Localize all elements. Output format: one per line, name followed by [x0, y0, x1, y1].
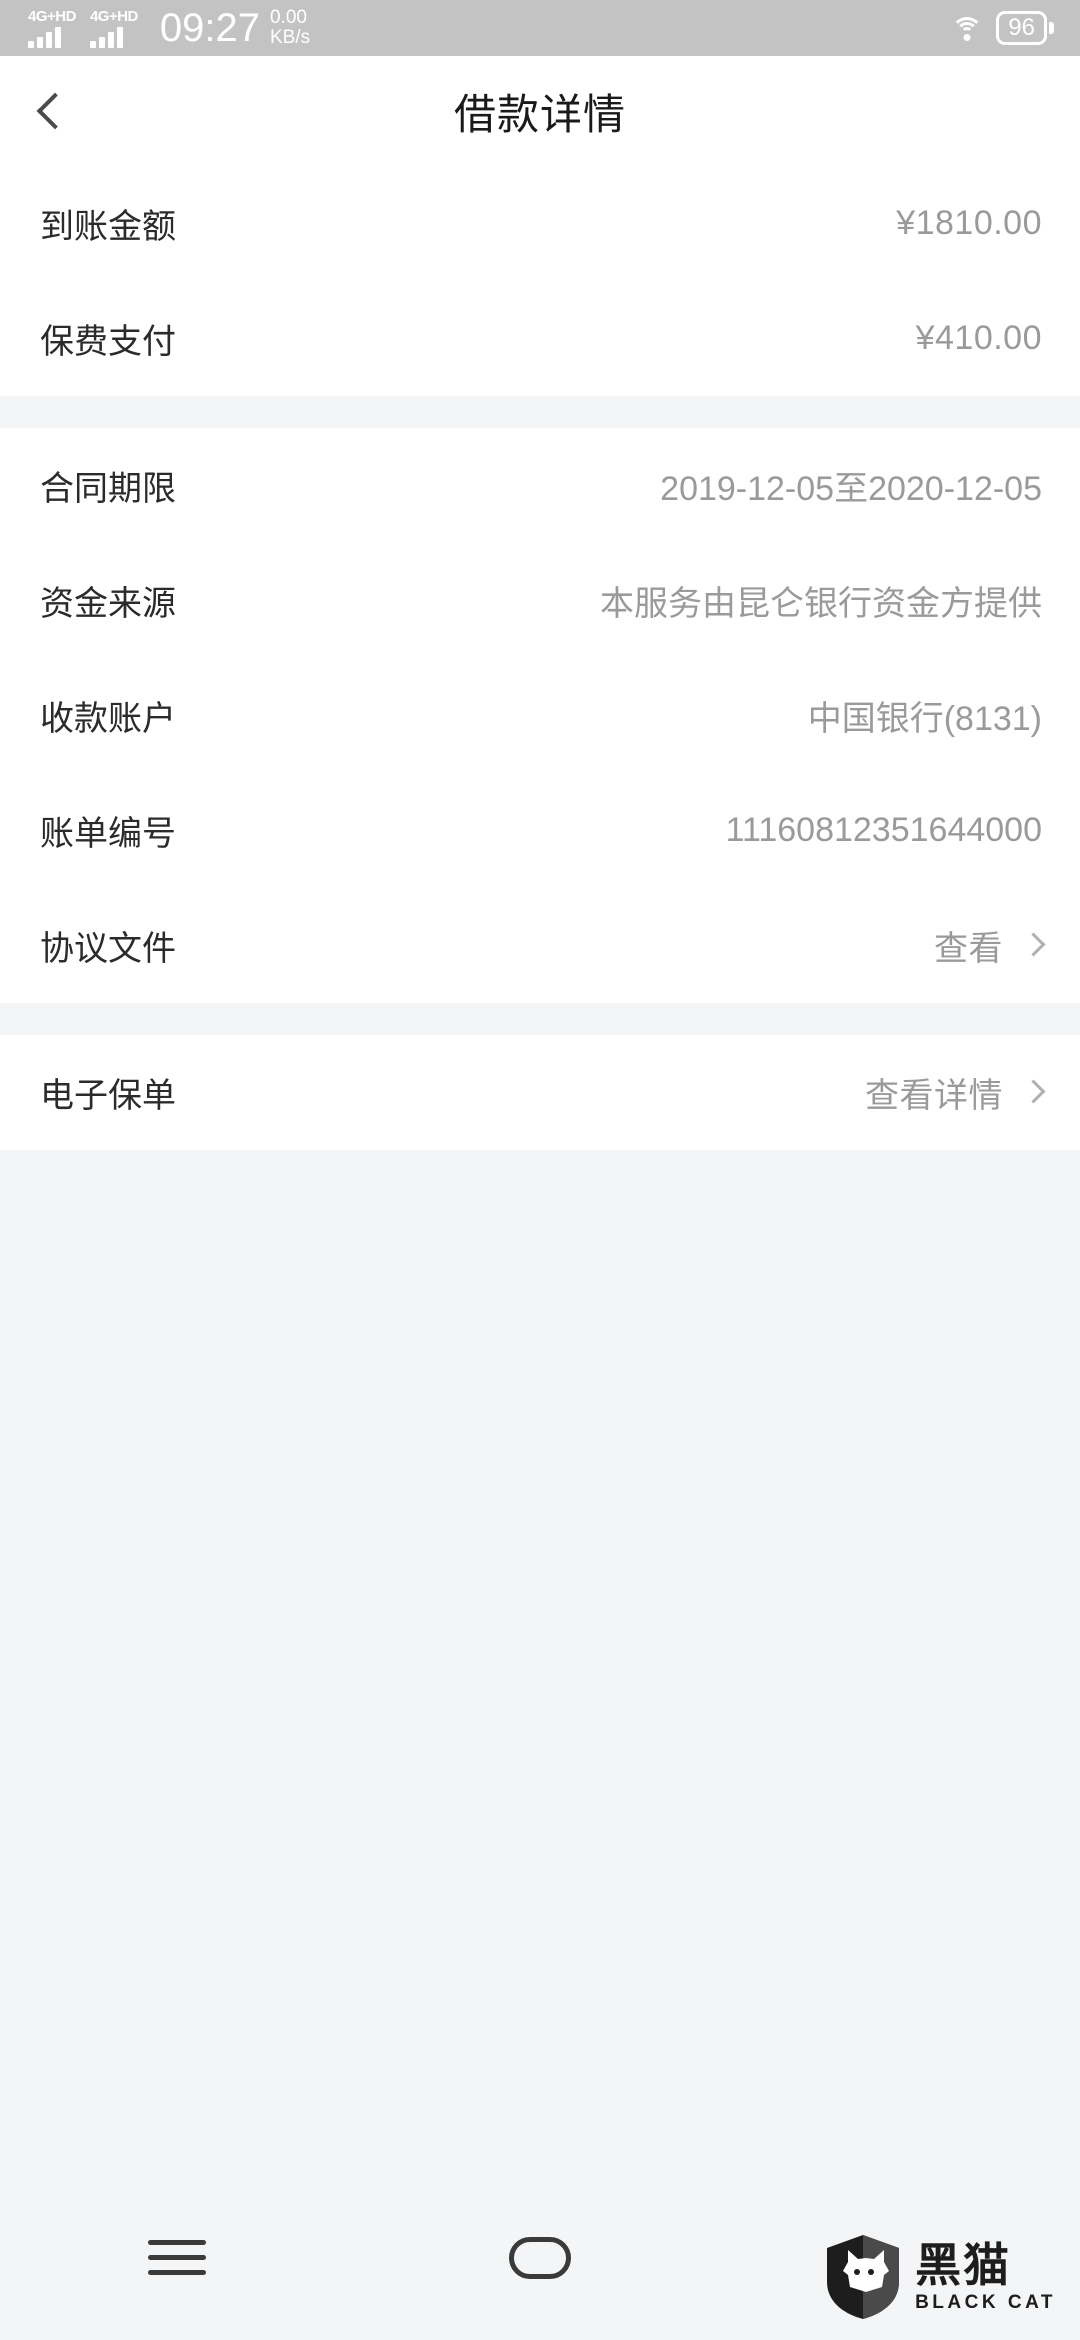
row-received-amount: 到账金额 ¥1810.00	[0, 166, 1080, 281]
app-bar: 借款详情	[0, 56, 1080, 166]
row-value: 查看详情	[865, 1077, 1003, 1115]
row-value: 本服务由昆仑银行资金方提供	[600, 585, 1042, 623]
row-value: 11160812351644000	[725, 811, 1042, 849]
signal-indicator-sim1: 4G+HD	[28, 9, 76, 48]
row-label: 合同期限	[40, 470, 176, 508]
row-label: 账单编号	[40, 815, 176, 853]
home-pill-icon[interactable]	[509, 2236, 571, 2279]
signal-bars-icon-sim2	[89, 26, 123, 48]
section-divider	[0, 396, 1080, 428]
row-fund-source: 资金来源 本服务由昆仑银行资金方提供	[0, 543, 1080, 658]
row-value: ¥410.00	[915, 319, 1042, 357]
row-value: ¥1810.00	[896, 204, 1042, 242]
network-speed-unit: KB/s	[269, 27, 311, 48]
chevron-right-icon	[1021, 931, 1046, 957]
row-receiving-account: 收款账户 中国银行(8131)	[0, 658, 1080, 773]
network-speed-indicator: 0.00 KB/s	[270, 8, 310, 48]
row-label: 到账金额	[40, 208, 176, 246]
battery-level-label: 96	[996, 11, 1047, 45]
status-bar-clock: 09:27	[159, 6, 260, 50]
page-title: 借款详情	[453, 90, 626, 138]
watermark-name-cn: 黑猫	[915, 2239, 1012, 2291]
row-label: 保费支付	[40, 323, 176, 361]
row-label: 资金来源	[40, 585, 176, 623]
network-type-label-sim1: 4G+HD	[28, 8, 76, 25]
detail-list: 到账金额 ¥1810.00 保费支付 ¥410.00 合同期限 2019-12-…	[0, 166, 1080, 1150]
network-type-label-sim2: 4G+HD	[89, 8, 138, 25]
phone-screen: 4G+HD 4G+HD 09:27 0.00 KB/s 96 借款详情 到账金额…	[0, 0, 1080, 2340]
row-bill-number: 账单编号 11160812351644000	[0, 773, 1080, 888]
section-e-policy: 电子保单 查看详情	[0, 1035, 1080, 1150]
row-contract-period: 合同期限 2019-12-05至2020-12-05	[0, 428, 1080, 543]
network-speed-value: 0.00	[269, 7, 307, 28]
row-label: 协议文件	[40, 930, 176, 968]
row-action[interactable]: 查看详情	[865, 1068, 1046, 1117]
battery-cap	[1049, 22, 1054, 34]
row-premium-payment: 保费支付 ¥410.00	[0, 281, 1080, 396]
row-value: 2019-12-05至2020-12-05	[660, 470, 1042, 508]
wifi-icon	[950, 15, 984, 41]
row-action[interactable]: 查看	[934, 921, 1046, 970]
row-electronic-policy[interactable]: 电子保单 查看详情	[0, 1035, 1080, 1150]
section-contract-info: 合同期限 2019-12-05至2020-12-05 资金来源 本服务由昆仑银行…	[0, 428, 1080, 1003]
status-bar: 4G+HD 4G+HD 09:27 0.00 KB/s 96	[0, 0, 1080, 56]
status-bar-left: 4G+HD 4G+HD 09:27 0.00 KB/s	[0, 8, 310, 48]
black-cat-shield-icon	[827, 2235, 900, 2319]
row-agreement-files[interactable]: 协议文件 查看	[0, 888, 1080, 1003]
watermark-text: 黑猫 BLACK CAT	[915, 2242, 1056, 2312]
status-bar-right: 96	[950, 11, 1080, 45]
row-value: 中国银行(8131)	[807, 700, 1042, 738]
row-label: 电子保单	[40, 1077, 176, 1115]
row-label: 收款账户	[40, 700, 176, 738]
section-divider	[0, 1003, 1080, 1035]
row-value: 查看	[934, 930, 1003, 968]
signal-indicator-sim2: 4G+HD	[89, 8, 138, 48]
watermark-name-en: BLACK CAT	[915, 2292, 1056, 2313]
chevron-right-icon	[1021, 1078, 1046, 1104]
menu-icon[interactable]	[148, 2240, 206, 2275]
signal-bars-icon-sim1	[28, 26, 61, 48]
watermark: 黑猫 BLACK CAT	[825, 2234, 1056, 2320]
battery-icon: 96	[996, 11, 1054, 45]
section-amounts: 到账金额 ¥1810.00 保费支付 ¥410.00	[0, 166, 1080, 396]
